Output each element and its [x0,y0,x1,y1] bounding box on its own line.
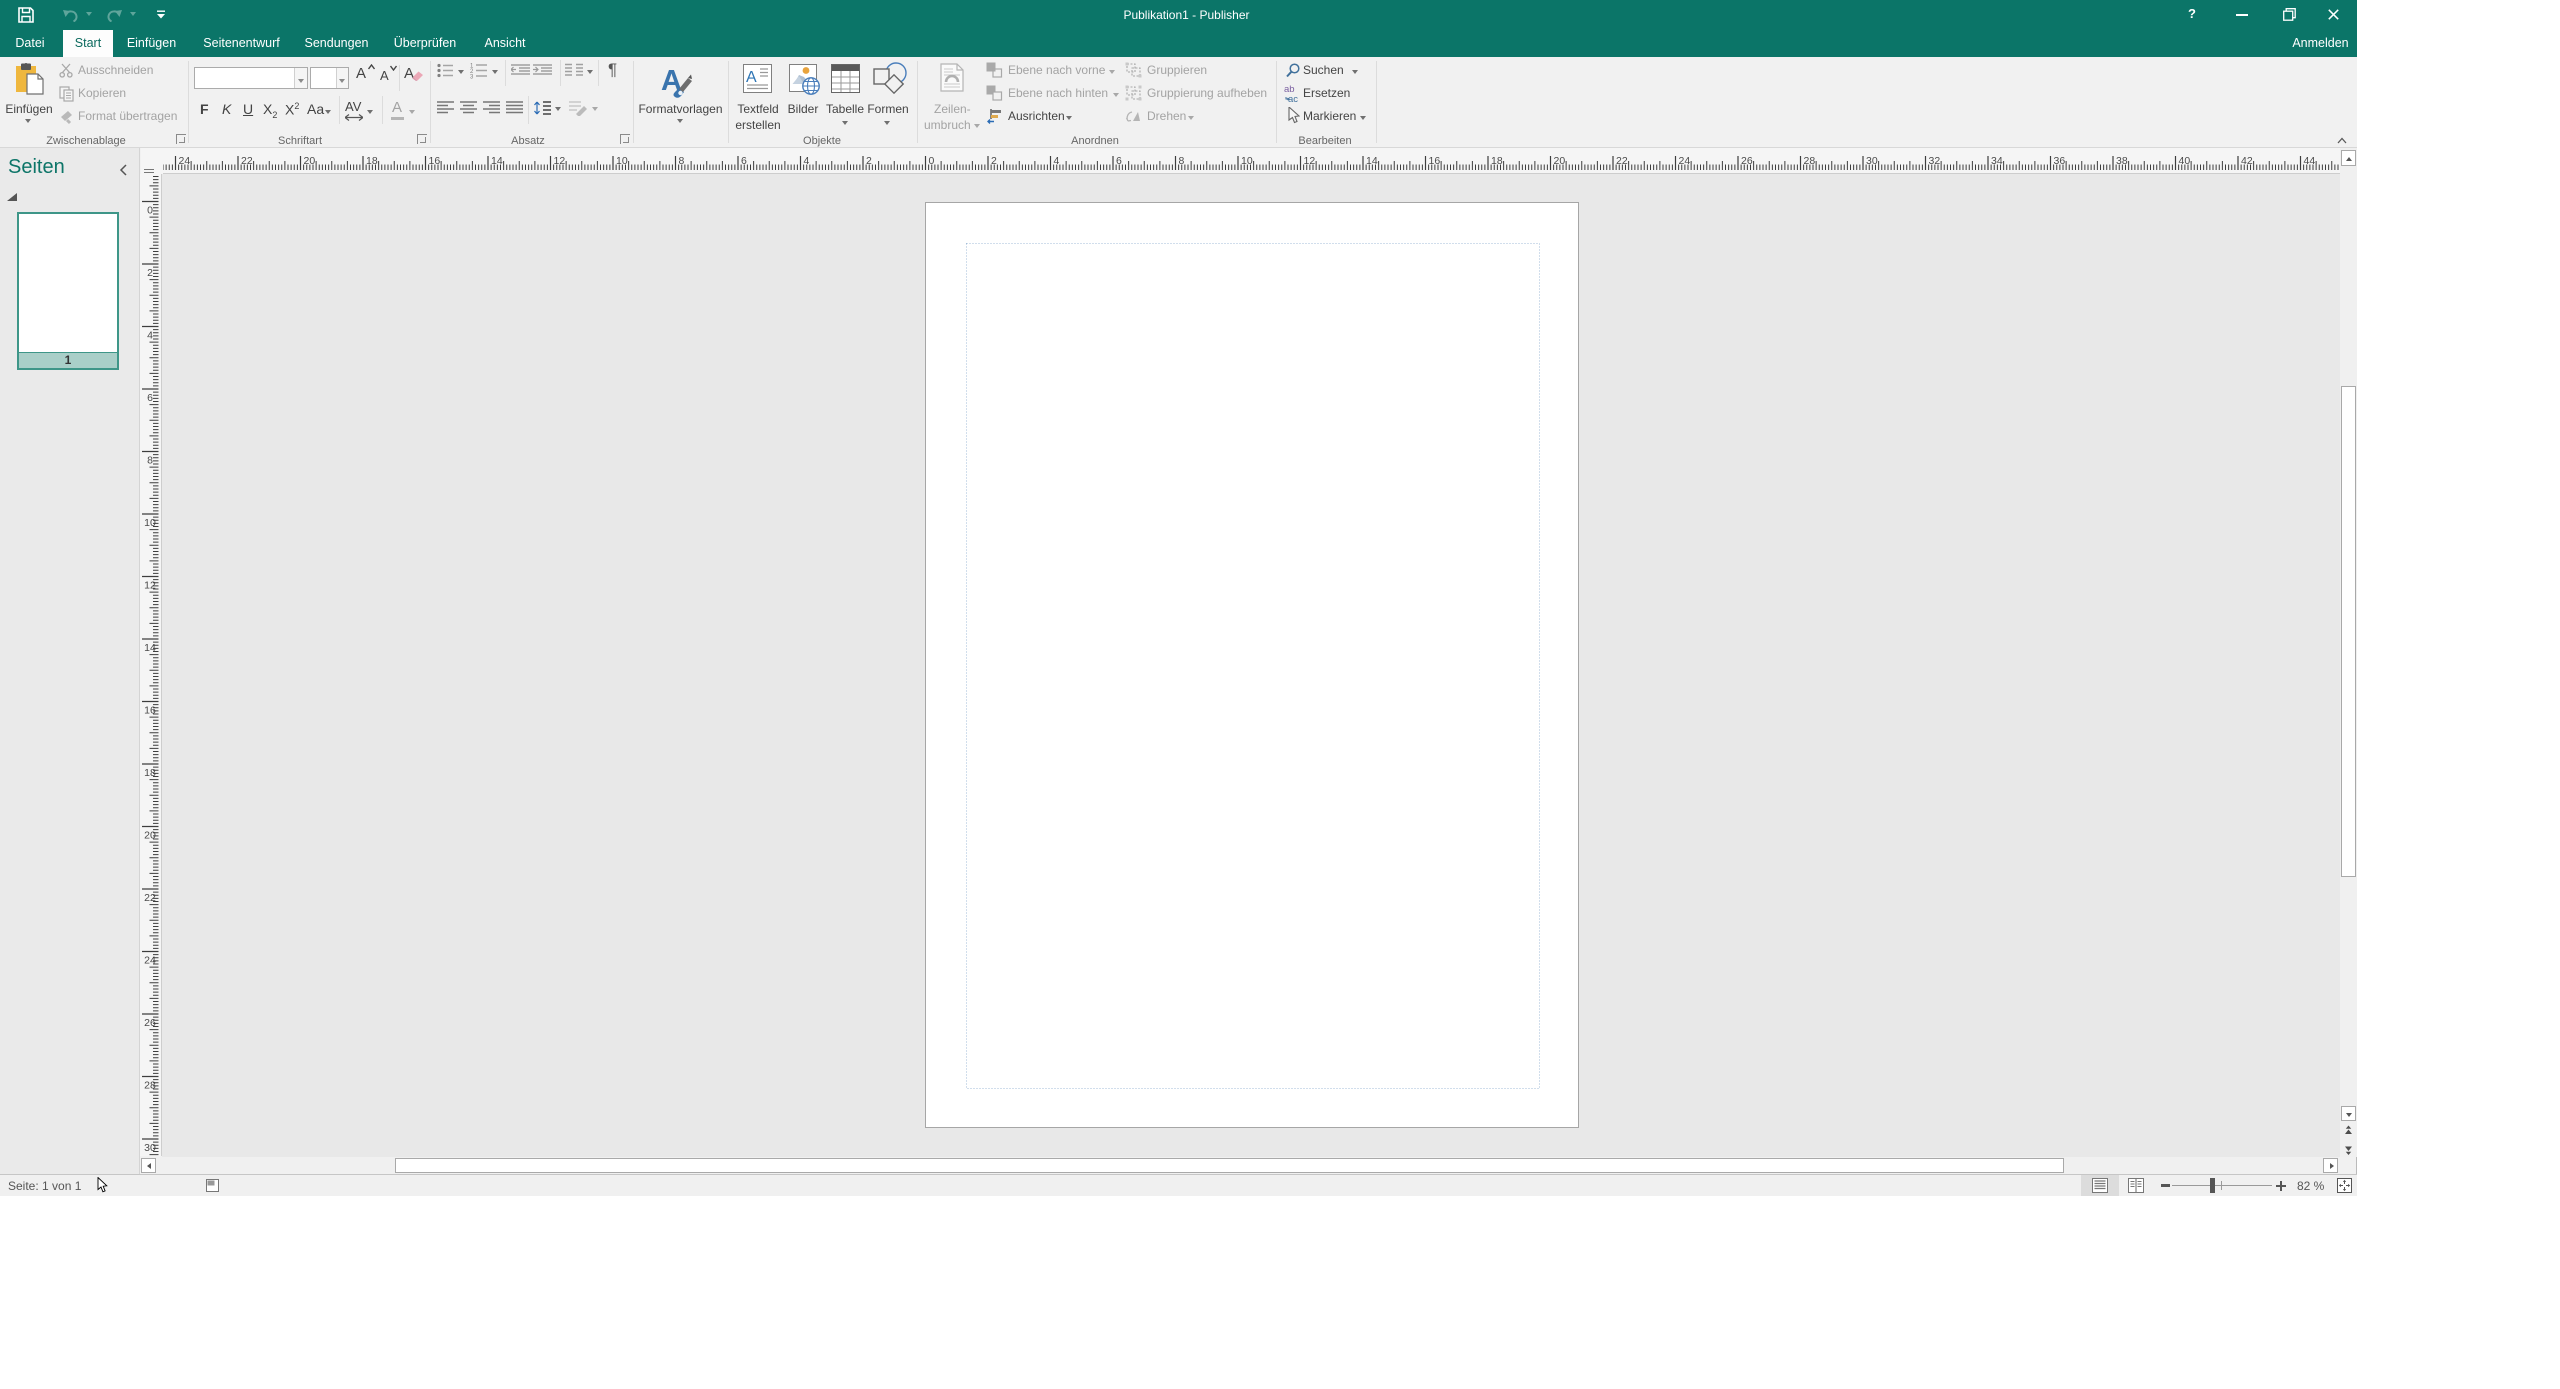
svg-text:A: A [746,69,757,86]
svg-text:3: 3 [470,75,474,80]
svg-text:6: 6 [147,392,153,404]
svg-text:8: 8 [147,455,153,467]
svg-text:2: 2 [147,267,153,279]
svg-text:0: 0 [147,205,153,217]
svg-text:ac: ac [1288,94,1298,103]
svg-text:4: 4 [147,330,153,342]
